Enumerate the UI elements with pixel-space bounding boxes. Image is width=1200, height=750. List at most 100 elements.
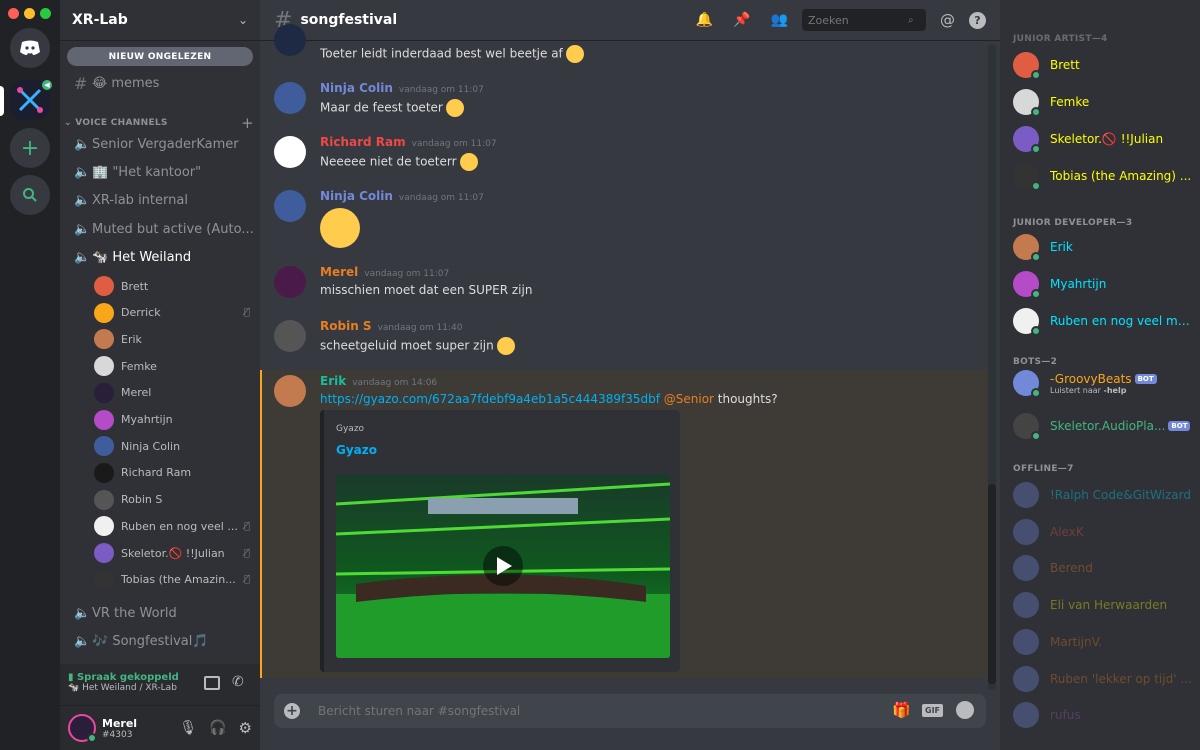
voice-channel-after-1[interactable]: 🔈 🎶 Songfestival🎵 bbox=[68, 628, 254, 654]
avatar[interactable] bbox=[274, 320, 306, 352]
message-text: Neeeee niet de toeterr bbox=[320, 153, 478, 171]
offline-member[interactable]: MartijnV. bbox=[1013, 627, 1195, 657]
offline-member[interactable]: Berend bbox=[1013, 553, 1195, 583]
author-name[interactable]: Ninja Colin bbox=[320, 81, 393, 95]
online-status-icon bbox=[1031, 252, 1041, 262]
channel-memes[interactable]: # 😂 memes bbox=[68, 70, 254, 96]
voice-user[interactable]: Merel bbox=[94, 381, 254, 405]
new-unread-banner[interactable]: NIEUW ONGELEZEN bbox=[67, 47, 253, 66]
microphone-icon[interactable]: 🎙 bbox=[179, 720, 197, 736]
message-input[interactable] bbox=[318, 702, 838, 720]
voice-user[interactable]: Derrick 🎙̸ bbox=[94, 301, 254, 325]
disconnect-icon[interactable]: ✆ bbox=[232, 674, 244, 690]
speaker-icon: 🔈 bbox=[74, 633, 91, 649]
gift-icon[interactable]: 🎁 bbox=[892, 701, 911, 719]
search-icon: ⌕ bbox=[908, 14, 914, 26]
voice-user[interactable]: Erik bbox=[94, 327, 254, 351]
chevron-down-icon: ⌄ bbox=[64, 118, 76, 128]
offline-member[interactable]: AlexK bbox=[1013, 517, 1195, 547]
chat-scrollbar-thumb[interactable] bbox=[988, 484, 996, 684]
chat-scrollbar-track[interactable] bbox=[988, 44, 996, 690]
search-input[interactable] bbox=[808, 13, 908, 27]
voice-user[interactable]: Myahrtijn bbox=[94, 408, 254, 432]
bell-icon[interactable]: 🔔 bbox=[696, 12, 713, 28]
mention-senior[interactable]: @Senior bbox=[664, 392, 714, 406]
server-xr-lab[interactable]: ◀ bbox=[10, 78, 54, 120]
chat-area: # songfestival 🔔 📌 👥 ⌕ @ ? Toeter leidt … bbox=[260, 0, 1000, 750]
member-item[interactable]: Femke bbox=[1013, 87, 1195, 117]
avatar[interactable] bbox=[274, 266, 306, 298]
avatar bbox=[94, 276, 114, 296]
add-server-button[interactable]: + bbox=[10, 128, 50, 168]
gear-icon[interactable]: ⚙ bbox=[239, 719, 252, 737]
member-item[interactable]: Skeletor.🚫 !!Julian bbox=[1013, 124, 1195, 154]
screen-share-icon[interactable] bbox=[204, 676, 220, 690]
bot-tag: BOT bbox=[1168, 421, 1191, 431]
offline-member[interactable]: rufus bbox=[1013, 700, 1195, 730]
offline-member[interactable]: Eli van Herwaarden bbox=[1013, 590, 1195, 620]
voice-connected-label: ▮ Spraak gekoppeld bbox=[68, 672, 179, 683]
voice-channel-2[interactable]: 🔈 XR-lab internal bbox=[68, 187, 254, 213]
voice-category-header[interactable]: ⌄ VOICE CHANNELS + bbox=[64, 114, 254, 132]
author-name[interactable]: Richard Ram bbox=[320, 135, 406, 149]
offline-member[interactable]: Ruben 'lekker op tijd' ... bbox=[1013, 664, 1195, 694]
member-item[interactable]: Erik bbox=[1013, 232, 1195, 262]
member-item[interactable]: Myahrtijn bbox=[1013, 269, 1195, 299]
emoji-picker-icon[interactable] bbox=[956, 701, 974, 719]
member-item[interactable]: Brett bbox=[1013, 50, 1195, 80]
mention-icon[interactable]: @ bbox=[940, 11, 955, 29]
server-header[interactable]: XR-Lab ⌄ bbox=[60, 0, 260, 41]
add-channel-icon[interactable]: + bbox=[241, 114, 254, 132]
online-status-icon bbox=[1031, 431, 1041, 441]
help-icon[interactable]: ? bbox=[969, 11, 986, 29]
voice-user-name: Merel bbox=[121, 386, 152, 400]
minimize-window-button[interactable] bbox=[24, 8, 35, 19]
voice-user[interactable]: Skeletor.🚫 !!Julian 🎙̸ bbox=[94, 541, 254, 565]
member-item[interactable]: Tobias (the Amazing) ... bbox=[1013, 161, 1195, 191]
author-name[interactable]: Erik bbox=[320, 374, 346, 388]
member-item[interactable]: Ruben en nog veel meer bbox=[1013, 306, 1195, 336]
avatar[interactable] bbox=[274, 136, 306, 168]
avatar[interactable] bbox=[274, 190, 306, 222]
avatar bbox=[1013, 89, 1041, 117]
voice-user[interactable]: Tobias (the Amazin... 🎙̸ bbox=[94, 568, 254, 592]
search-box[interactable]: ⌕ bbox=[802, 9, 926, 31]
voice-user[interactable]: Ninja Colin bbox=[94, 434, 254, 458]
voice-channel-4[interactable]: 🔈 🐄 Het Weiland bbox=[68, 244, 254, 270]
author-name[interactable]: Ninja Colin bbox=[320, 189, 393, 203]
home-button[interactable] bbox=[10, 28, 50, 68]
members-icon[interactable]: 👥 bbox=[771, 12, 788, 28]
gif-button[interactable]: GIF bbox=[922, 704, 944, 717]
voice-channel-1[interactable]: 🔈 🏢 "Het kantoor" bbox=[68, 159, 254, 185]
close-window-button[interactable] bbox=[8, 8, 19, 19]
voice-user[interactable]: Robin S bbox=[94, 488, 254, 512]
speaker-icon: ◀ bbox=[40, 78, 54, 92]
voice-channel-3[interactable]: 🔈 Muted but active (Auto... bbox=[68, 216, 254, 242]
offline-member[interactable]: !Ralph Code&GitWizard bbox=[1013, 480, 1195, 510]
voice-user[interactable]: Femke bbox=[94, 354, 254, 378]
author-name[interactable]: Merel bbox=[320, 265, 358, 279]
embed-video-thumbnail[interactable] bbox=[336, 474, 670, 658]
upload-plus-icon[interactable]: + bbox=[284, 703, 300, 719]
bot-item[interactable]: -GroovyBeats BOT Luistert naar -help bbox=[1013, 368, 1195, 398]
timestamp: vandaag om 11:07 bbox=[398, 193, 484, 203]
avatar[interactable] bbox=[68, 714, 97, 743]
voice-channel-after-0[interactable]: 🔈 VR the World bbox=[68, 600, 254, 626]
embed-title[interactable]: Gyazo bbox=[336, 443, 377, 457]
voice-user[interactable]: Brett bbox=[94, 274, 254, 298]
explore-servers-button[interactable] bbox=[10, 175, 50, 215]
avatar[interactable] bbox=[274, 375, 306, 407]
headphones-icon[interactable]: 🎧 bbox=[209, 720, 226, 736]
avatar[interactable] bbox=[274, 24, 306, 56]
voice-user[interactable]: Ruben en nog veel ... 🎙̸ bbox=[94, 514, 254, 538]
hash-icon: # bbox=[74, 73, 88, 93]
voice-channel-0[interactable]: 🔈 Senior VergaderKamer bbox=[68, 131, 254, 157]
voice-user[interactable]: Richard Ram bbox=[94, 461, 254, 485]
voice-user-name: Skeletor.🚫 !!Julian bbox=[121, 546, 225, 560]
maximize-window-button[interactable] bbox=[40, 8, 51, 19]
pin-icon[interactable]: 📌 bbox=[733, 12, 750, 28]
gyazo-link[interactable]: https://gyazo.com/672aa7fdebf9a4eb1a5c44… bbox=[320, 392, 660, 406]
bot-item[interactable]: Skeletor.AudioPla... BOT bbox=[1013, 411, 1195, 441]
author-name[interactable]: Robin S bbox=[320, 319, 372, 333]
avatar[interactable] bbox=[274, 82, 306, 114]
